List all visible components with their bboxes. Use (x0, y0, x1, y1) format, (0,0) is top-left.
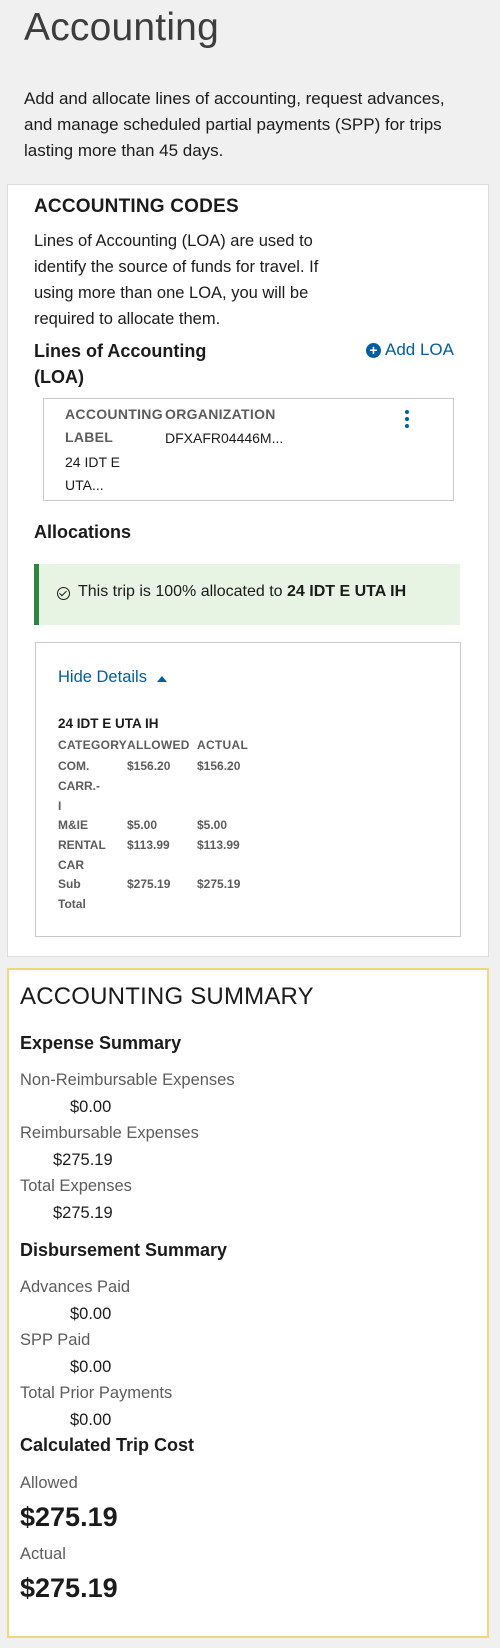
allocations-heading: Allocations (34, 522, 132, 542)
alert-prefix: This trip is 100% allocated to (78, 583, 287, 600)
category-line: Sub (58, 877, 81, 891)
category-line: CARR.- (58, 779, 100, 793)
check-circle-icon (57, 587, 70, 600)
disbursement-summary-heading: Disbursement Summary (20, 1240, 228, 1260)
category-line: CAR (58, 858, 84, 872)
total-prior-payments-label: Total Prior Payments (20, 1384, 173, 1402)
allowed-label: Allowed (20, 1474, 78, 1492)
actual-total: $275.19 (20, 1573, 118, 1603)
accounting-summary-card (7, 968, 489, 1638)
allowed-value: $156.20 (127, 759, 171, 773)
col-actual: ACTUAL (197, 738, 249, 752)
category-line: I (58, 799, 62, 813)
col-allowed: ALLOWED (127, 738, 190, 752)
actual-value: $275.19 (197, 877, 241, 891)
allowed-value: $5.00 (127, 818, 158, 832)
loa-more-menu-icon[interactable] (404, 410, 410, 428)
add-loa-label: Add LOA (385, 340, 454, 359)
table-row: Sub Total (58, 874, 86, 914)
loa-label-value-2: UTA... (65, 477, 104, 493)
expense-summary-heading: Expense Summary (20, 1033, 182, 1053)
category-line: Total (58, 897, 86, 911)
allowed-value: $275.19 (127, 877, 171, 891)
actual-value: $156.20 (197, 759, 241, 773)
loa-col-organization: ORGANIZATION (165, 406, 276, 422)
plus-circle-icon: + (366, 342, 381, 358)
allocation-account-name: 24 IDT E UTA IH (58, 716, 159, 731)
category-line: M&IE (58, 818, 88, 832)
add-loa-button[interactable]: + Add LOA (366, 340, 454, 360)
loa-heading: Lines of Accounting (LOA) (34, 341, 207, 387)
spp-paid-label: SPP Paid (20, 1331, 91, 1349)
loa-organization-value: DFXAFR04446M... (165, 430, 284, 446)
reimbursable-label: Reimbursable Expenses (20, 1124, 199, 1142)
allowed-value: $113.99 (127, 838, 170, 852)
non-reimbursable-value: $0.00 (70, 1098, 112, 1116)
accounting-summary-title: ACCOUNTING SUMMARY (20, 983, 314, 1010)
category-line: RENTAL (58, 838, 106, 852)
spp-paid-value: $0.00 (70, 1358, 112, 1376)
actual-value: $113.99 (197, 838, 240, 852)
table-row: RENTAL CAR (58, 835, 106, 875)
total-expenses-label: Total Expenses (20, 1177, 132, 1195)
allowed-total: $275.19 (20, 1502, 118, 1532)
loa-col-label-2: LABEL (65, 429, 114, 445)
col-category: CATEGORY (58, 738, 128, 752)
reimbursable-value: $275.19 (53, 1151, 113, 1169)
page-intro: Add and allocate lines of accounting, re… (24, 89, 445, 160)
total-prior-payments-value: $0.00 (70, 1411, 112, 1429)
allocation-alert-text: This trip is 100% allocated to 24 IDT E … (78, 583, 406, 601)
advances-paid-value: $0.00 (70, 1305, 112, 1323)
caret-up-icon (156, 675, 167, 682)
calculated-trip-cost-heading: Calculated Trip Cost (20, 1435, 195, 1455)
loa-label-value-1: 24 IDT E (65, 454, 120, 470)
category-line: COM. (58, 759, 90, 773)
table-row: M&IE (58, 815, 88, 835)
non-reimbursable-label: Non-Reimbursable Expenses (20, 1071, 235, 1089)
hide-details-toggle[interactable]: Hide Details (58, 668, 167, 687)
loa-col-label-1: ACCOUNTING (65, 406, 163, 422)
page-title: Accounting (24, 6, 219, 49)
table-row: COM. CARR.- I (58, 756, 100, 816)
total-expenses-value: $275.19 (53, 1204, 113, 1222)
hide-details-label: Hide Details (58, 668, 147, 686)
accounting-codes-heading: ACCOUNTING CODES (34, 196, 239, 217)
actual-label: Actual (20, 1545, 66, 1563)
accounting-codes-description: Lines of Accounting (LOA) are used to id… (34, 232, 319, 328)
alert-account-name: 24 IDT E UTA IH (287, 583, 407, 600)
actual-value: $5.00 (197, 818, 228, 832)
advances-paid-label: Advances Paid (20, 1278, 131, 1296)
